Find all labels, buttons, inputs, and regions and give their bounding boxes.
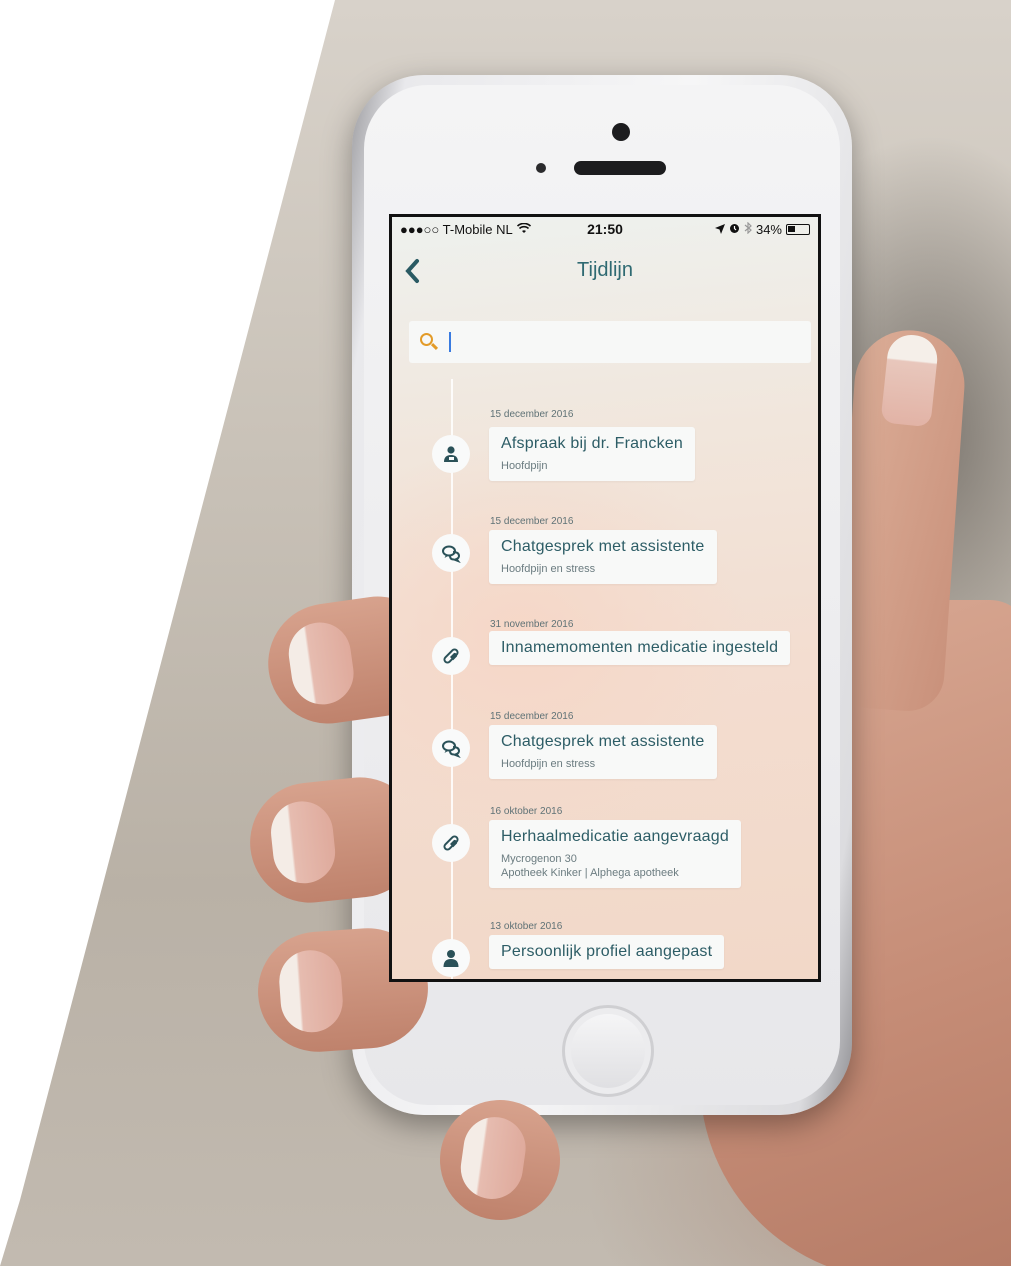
finger-nail xyxy=(284,618,358,709)
search-icon xyxy=(419,332,439,352)
bluetooth-icon xyxy=(744,221,752,237)
clock: 21:50 xyxy=(587,221,623,237)
item-title: Persoonlijk profiel aangepast xyxy=(501,943,713,960)
item-title: Herhaalmedicatie aangevraagd xyxy=(501,828,729,845)
item-date: 15 december 2016 xyxy=(490,409,574,420)
phone-screen: ●●●○○ T-Mobile NL 21:50 34% Tijdlijn 15 … xyxy=(389,214,821,982)
navigation-bar: Tijdlijn xyxy=(392,247,818,297)
item-detail: Hoofdpijn en stress xyxy=(501,758,596,770)
proximity-sensor xyxy=(536,163,546,173)
item-date: 13 oktober 2016 xyxy=(490,921,563,932)
timeline-card[interactable]: Chatgesprek met assistente Hoofdpijn en … xyxy=(489,530,717,584)
timeline-card[interactable]: Herhaalmedicatie aangevraagd Mycrogenon … xyxy=(489,820,741,888)
battery-icon xyxy=(786,223,810,235)
page-title: Tijdlijn xyxy=(577,259,633,281)
item-date: 16 oktober 2016 xyxy=(490,806,563,817)
finger-nail xyxy=(267,798,339,887)
finger-nail xyxy=(456,1113,530,1203)
pill-icon xyxy=(432,824,470,862)
search-bar[interactable] xyxy=(409,321,811,363)
status-bar: ●●●○○ T-Mobile NL 21:50 34% xyxy=(392,217,818,241)
chat-icon xyxy=(432,534,470,572)
battery-percentage: 34% xyxy=(755,221,782,237)
item-detail-lines: Mycrogenon 30 Apotheek Kinker | Alphega … xyxy=(501,852,729,880)
item-detail: Hoofdpijn xyxy=(501,460,548,472)
earpiece-speaker xyxy=(574,161,666,175)
timeline-card[interactable]: Afspraak bij dr. Francken Hoofdpijn xyxy=(489,427,695,481)
item-detail: Mycrogenon 30 xyxy=(501,853,577,865)
item-title: Chatgesprek met assistente xyxy=(501,733,705,750)
finger-nail xyxy=(277,948,345,1035)
chat-icon xyxy=(432,729,470,767)
location-arrow-icon xyxy=(714,222,725,237)
item-title: Afspraak bij dr. Francken xyxy=(501,435,683,452)
item-date: 31 november 2016 xyxy=(490,619,574,630)
doctor-icon xyxy=(432,435,470,473)
item-detail: Apotheek Kinker | Alphega apotheek xyxy=(501,867,679,879)
timeline-card[interactable]: Persoonlijk profiel aangepast xyxy=(489,935,725,969)
home-button[interactable] xyxy=(562,1005,654,1097)
pill-icon xyxy=(432,637,470,675)
item-detail: Hoofdpijn en stress xyxy=(501,563,596,575)
text-cursor xyxy=(449,332,451,352)
search-input[interactable] xyxy=(459,327,799,357)
thumb-nail xyxy=(880,332,940,428)
item-title: Chatgesprek met assistente xyxy=(501,538,705,555)
wifi-icon xyxy=(516,222,531,237)
timeline-card[interactable]: Chatgesprek met assistente Hoofdpijn en … xyxy=(489,725,717,779)
item-title: Innamemomenten medicatie ingesteld xyxy=(501,639,779,656)
person-icon xyxy=(432,939,470,977)
alarm-icon xyxy=(729,222,740,237)
app-view: ●●●○○ T-Mobile NL 21:50 34% Tijdlijn 15 … xyxy=(392,217,818,979)
item-date: 15 december 2016 xyxy=(490,711,574,722)
front-camera xyxy=(612,123,630,141)
item-date: 15 december 2016 xyxy=(490,516,574,527)
carrier-label: ●●●○○ T-Mobile NL xyxy=(400,221,513,237)
timeline-card[interactable]: Innamemomenten medicatie ingesteld xyxy=(489,631,791,665)
